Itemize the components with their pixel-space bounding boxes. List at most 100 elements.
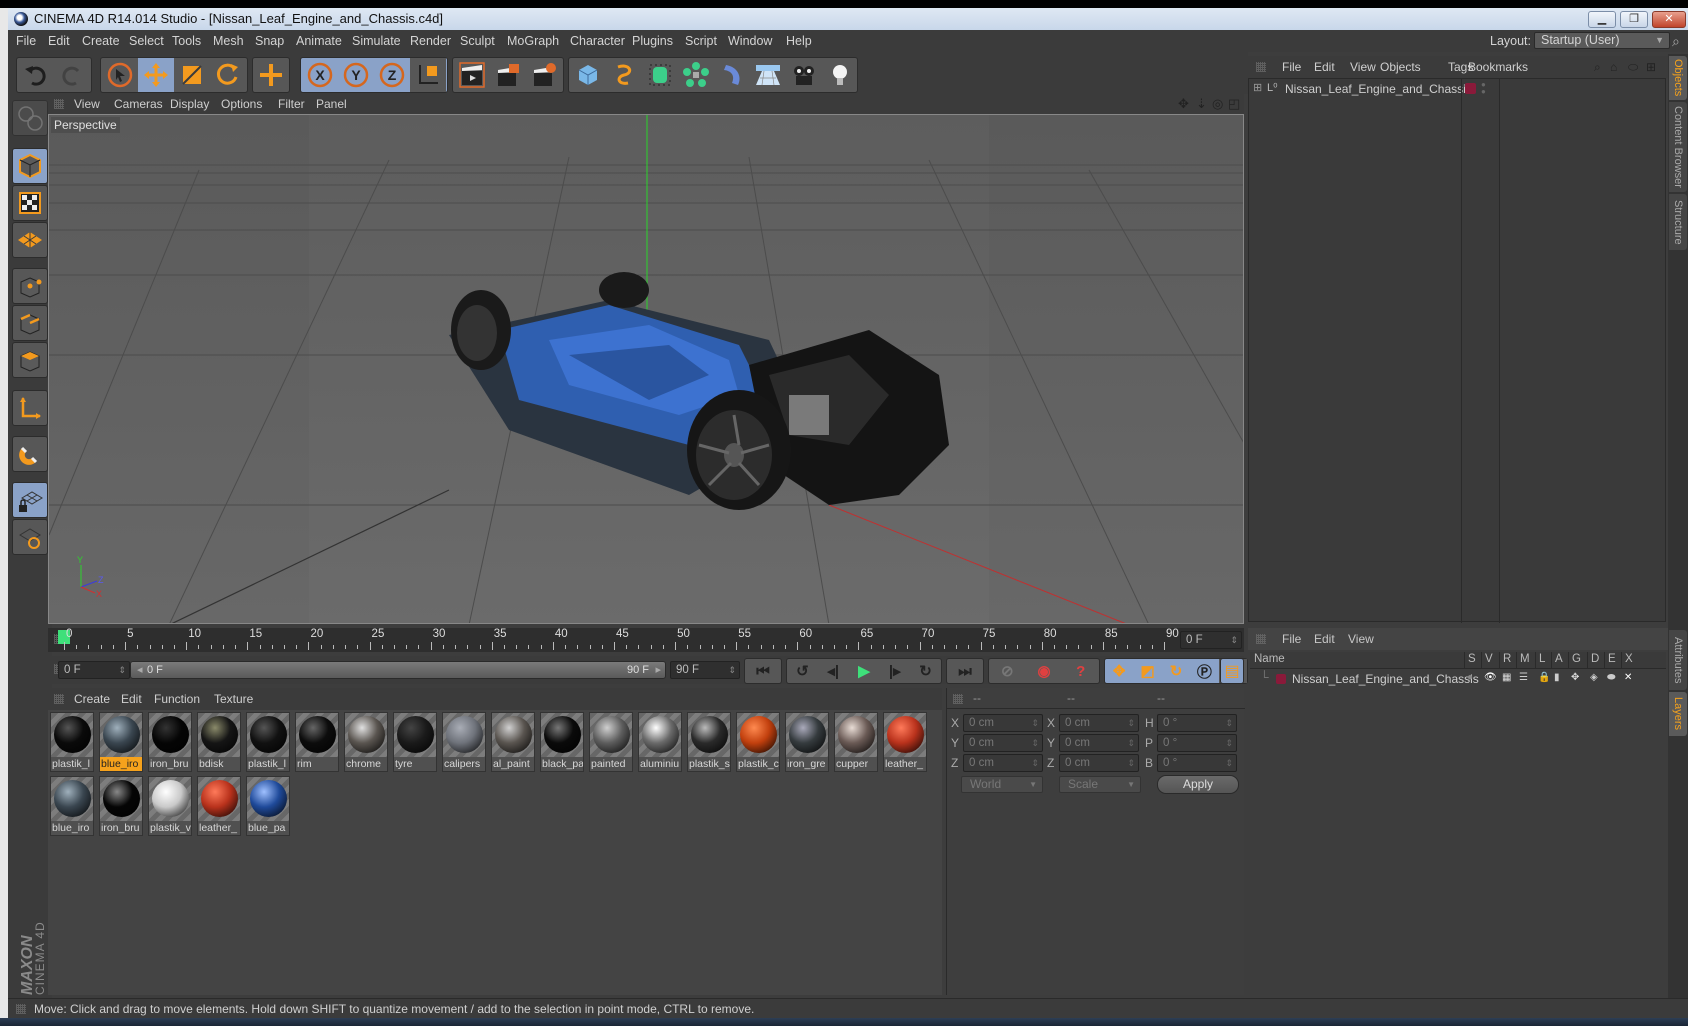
manager-toggle-icon[interactable]: ☰ — [1519, 672, 1528, 683]
autokey-button[interactable]: ? — [1062, 659, 1099, 683]
timeline-button[interactable]: ▤ — [1220, 658, 1244, 684]
material-swatch[interactable]: aluminiu — [638, 712, 682, 772]
planar-workplane-button[interactable] — [12, 519, 48, 555]
solo-toggle-icon[interactable]: ● — [1467, 672, 1473, 683]
layer-column-l[interactable]: L — [1539, 653, 1545, 665]
workplane-mode-button[interactable] — [12, 222, 48, 258]
polygons-mode-button[interactable] — [12, 342, 48, 378]
material-swatch[interactable]: calipers — [442, 712, 486, 772]
start-frame-field[interactable]: 0 F ⇕ — [58, 661, 130, 679]
scale-tool-button[interactable] — [174, 58, 210, 92]
menu-mograph[interactable]: MoGraph — [507, 30, 559, 52]
menu-render[interactable]: Render — [410, 30, 451, 52]
go-to-end-button[interactable]: ⏭ — [947, 659, 983, 683]
snap-magnet-button[interactable] — [12, 436, 48, 472]
locked-workplane-button[interactable] — [12, 482, 48, 518]
add-nurbs-button[interactable] — [642, 58, 678, 92]
rotate-tool-button[interactable] — [210, 58, 246, 92]
material-swatch[interactable]: bdisk — [197, 712, 241, 772]
close-button[interactable]: ✕ — [1652, 11, 1686, 28]
key-rotation-button[interactable]: ↻ — [1162, 659, 1190, 683]
layer-column-g[interactable]: G — [1572, 653, 1581, 665]
viewport-menu-filter[interactable]: Filter — [278, 94, 305, 114]
dolly-icon[interactable]: ⇣ — [1196, 94, 1207, 114]
menu-create[interactable]: Create — [82, 30, 120, 52]
material-swatch[interactable]: plastik_l — [50, 712, 94, 772]
undo-button[interactable] — [18, 58, 54, 92]
viewport-menu-display[interactable]: Display — [170, 94, 209, 114]
menu-snap[interactable]: Snap — [255, 30, 284, 52]
material-swatch[interactable]: tyre — [393, 712, 437, 772]
viewport-menu-cameras[interactable]: Cameras — [114, 94, 163, 114]
step-forward-button[interactable]: |▸ — [879, 659, 910, 683]
objects-menu-bookmarks[interactable]: Bookmarks — [1468, 56, 1528, 78]
move-tool-button[interactable] — [138, 58, 174, 92]
expand-icon[interactable]: ⊞ — [1253, 81, 1262, 94]
layers-menu-file[interactable]: File — [1282, 628, 1301, 650]
layer-grip[interactable] — [1256, 634, 1266, 644]
objects-menu-view[interactable]: View — [1350, 56, 1376, 78]
objects-menu-file[interactable]: File — [1282, 56, 1301, 78]
viewport-menu-panel[interactable]: Panel — [316, 94, 347, 114]
viewport-camera-label[interactable]: Perspective — [51, 117, 120, 133]
lock-toggle-icon[interactable]: 🔒 — [1538, 672, 1550, 683]
home-icon[interactable]: ⌂ — [1610, 56, 1617, 78]
collapse-icon[interactable]: ⬭ — [1628, 56, 1638, 78]
generators-toggle-icon[interactable]: ✥ — [1571, 672, 1579, 683]
preview-range-slider[interactable]: ◂ 0 F 90 F ▸ — [130, 661, 666, 679]
object-grip[interactable] — [1256, 62, 1266, 72]
material-swatch[interactable]: blue_pa — [246, 776, 290, 836]
previous-key-button[interactable]: ↺ — [787, 659, 818, 683]
material-swatch[interactable]: black_pa — [540, 712, 584, 772]
y-axis-button[interactable]: Y — [338, 58, 374, 92]
make-editable-button[interactable] — [12, 100, 48, 136]
axis-mode-button[interactable] — [12, 390, 48, 426]
key-scale-button[interactable]: ◩ — [1133, 659, 1161, 683]
material-swatch[interactable]: iron_bru — [148, 712, 192, 772]
material-swatch[interactable]: rim — [295, 712, 339, 772]
z-axis-button[interactable]: Z — [374, 58, 410, 92]
layer-column-name[interactable]: Name — [1254, 653, 1285, 665]
expressions-toggle-icon[interactable]: ⬬ — [1607, 672, 1616, 683]
menu-window[interactable]: Window — [728, 30, 772, 52]
next-key-button[interactable]: ↻ — [910, 659, 941, 683]
material-swatch[interactable]: plastik_c — [736, 712, 780, 772]
add-floor-button[interactable] — [750, 58, 786, 92]
menu-sculpt[interactable]: Sculpt — [460, 30, 495, 52]
material-swatch[interactable]: chrome — [344, 712, 388, 772]
visibility-dots-icon[interactable]: ● ● — [1481, 81, 1486, 96]
material-swatch[interactable]: blue_iro — [99, 712, 143, 772]
menu-help[interactable]: Help — [786, 30, 812, 52]
layer-color-swatch[interactable] — [1276, 674, 1286, 684]
go-to-start-button[interactable]: ⏮ — [745, 659, 781, 683]
coordinate-system-button[interactable] — [410, 58, 446, 92]
live-selection-button[interactable] — [102, 58, 138, 92]
rotation-field[interactable]: 0 ° ⇕ — [1157, 754, 1237, 772]
add-deformer-button[interactable] — [714, 58, 750, 92]
layer-column-d[interactable]: D — [1591, 653, 1599, 665]
layer-column-v[interactable]: V — [1485, 653, 1493, 665]
size-field[interactable]: 0 cm ⇕ — [1059, 734, 1139, 752]
end-frame-field[interactable]: 90 F ⇕ — [670, 661, 740, 679]
texture-mode-button[interactable] — [12, 185, 48, 221]
layer-color-swatch[interactable] — [1465, 83, 1476, 94]
menu-animate[interactable]: Animate — [296, 30, 342, 52]
add-array-button[interactable] — [678, 58, 714, 92]
material-menu-texture[interactable]: Texture — [214, 688, 253, 710]
add-cube-button[interactable] — [570, 58, 606, 92]
viewport-menu-view[interactable]: View — [74, 94, 100, 114]
add-light-button[interactable] — [822, 58, 858, 92]
material-swatch[interactable]: iron_gre — [785, 712, 829, 772]
maximize-view-icon[interactable]: ◰ — [1228, 94, 1240, 114]
material-swatch[interactable]: leather_ — [197, 776, 241, 836]
menu-simulate[interactable]: Simulate — [352, 30, 401, 52]
layer-column-s[interactable]: S — [1468, 653, 1476, 665]
add-camera-button[interactable] — [786, 58, 822, 92]
apply-button[interactable]: Apply — [1157, 775, 1239, 794]
visibility-toggle-icon[interactable]: 👁 — [1484, 672, 1497, 683]
rotation-field[interactable]: 0 ° ⇕ — [1157, 734, 1237, 752]
tab-structure[interactable]: Structure — [1669, 194, 1687, 250]
layer-column-x[interactable]: X — [1625, 653, 1633, 665]
current-frame-field[interactable]: 0 F ⇕ — [1180, 631, 1242, 649]
menu-script[interactable]: Script — [685, 30, 717, 52]
